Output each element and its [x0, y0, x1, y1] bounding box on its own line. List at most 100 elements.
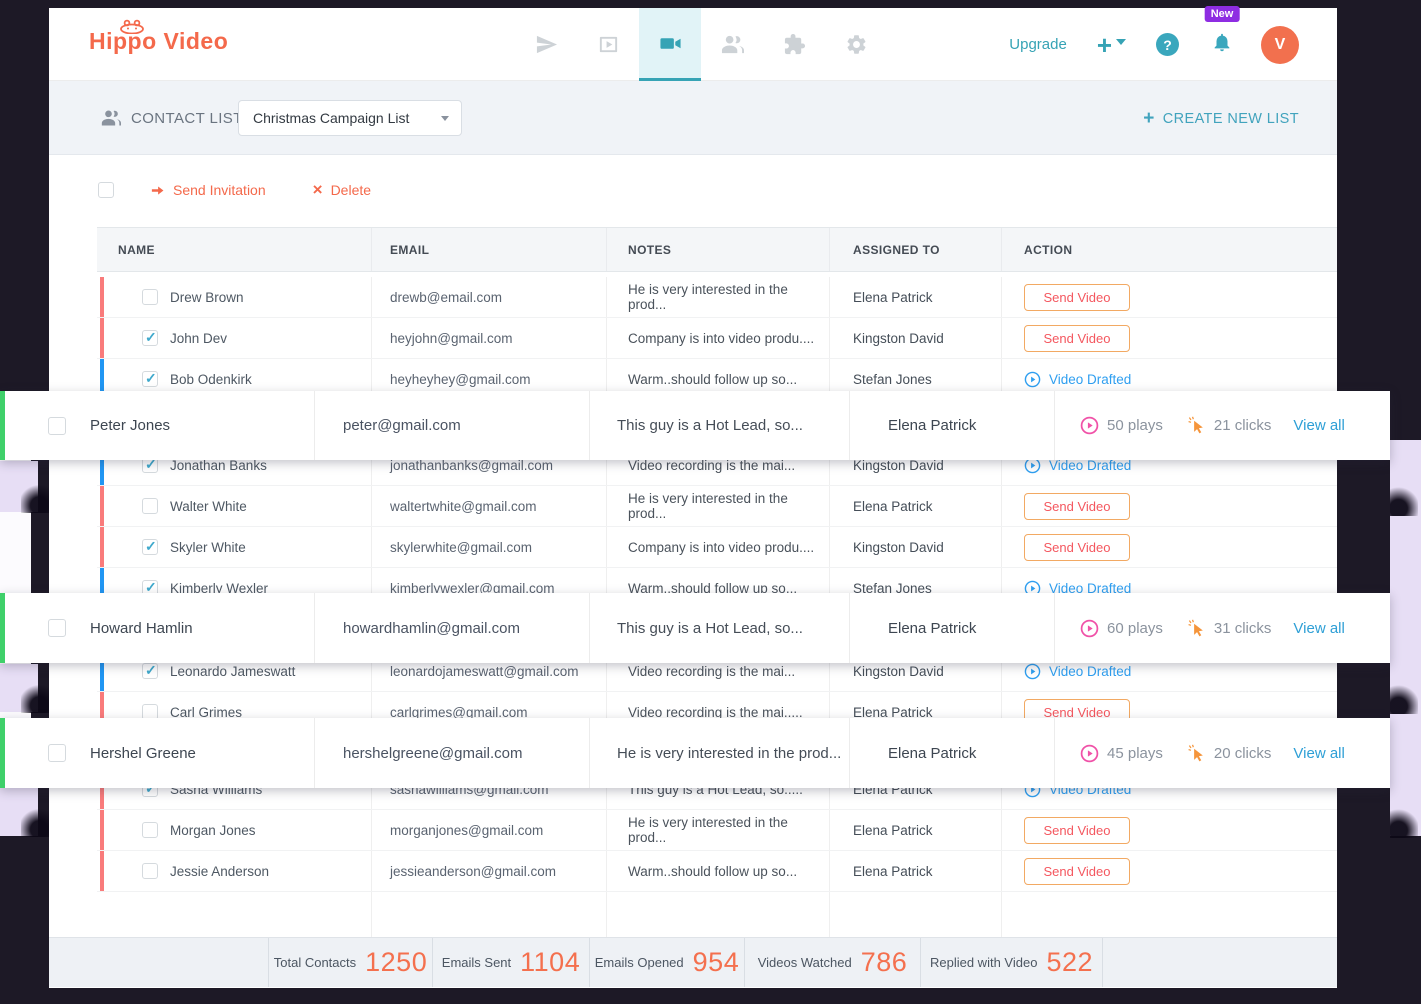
send-video-button[interactable]: Send Video — [1024, 534, 1130, 561]
delete-button[interactable]: × Delete — [313, 182, 371, 198]
contact-name: Peter Jones — [90, 417, 170, 434]
tab-settings[interactable] — [825, 8, 887, 81]
row-checkbox[interactable] — [48, 417, 66, 435]
row-checkbox[interactable] — [142, 498, 158, 514]
send-video-button[interactable]: Send Video — [1024, 493, 1130, 520]
assigned-to: Elena Patrick — [830, 810, 1002, 850]
main-nav — [515, 8, 887, 81]
tab-video-camera-active[interactable] — [639, 8, 701, 81]
x-icon: × — [313, 183, 323, 197]
dragged-row[interactable]: Hershel Greene hershelgreene@gmail.com H… — [0, 718, 1390, 788]
row-checkbox[interactable] — [142, 330, 158, 346]
row-checkbox[interactable] — [142, 822, 158, 838]
assigned-to: Elena Patrick — [830, 486, 1002, 526]
create-new-list-button[interactable]: + CREATE NEW LIST — [1143, 108, 1299, 130]
create-new-button[interactable]: + — [1097, 34, 1126, 56]
help-button[interactable]: ? — [1156, 33, 1179, 56]
play-circle-icon — [1080, 744, 1099, 763]
contact-email: jessieanderson@gmail.com — [372, 851, 607, 891]
row-checkbox[interactable] — [142, 539, 158, 555]
chevron-down-icon — [1116, 39, 1126, 45]
cursor-click-icon — [1187, 619, 1206, 638]
tab-send[interactable] — [515, 8, 577, 81]
users-icon — [721, 33, 744, 56]
list-dropdown[interactable]: Christmas Campaign List — [238, 100, 462, 136]
contact-name: Hershel Greene — [90, 745, 196, 762]
video-drafted-link[interactable]: Video Drafted — [1024, 371, 1131, 388]
stat-replied-with-video: Replied with Video522 — [921, 938, 1103, 987]
view-all-link[interactable]: View all — [1293, 417, 1344, 434]
shadow-blob — [1390, 486, 1418, 516]
send-video-button[interactable]: Send Video — [1024, 858, 1130, 885]
contact-name: Leonardo Jameswatt — [170, 664, 295, 679]
row-checkbox[interactable] — [142, 371, 158, 387]
tab-integrations[interactable] — [763, 8, 825, 81]
assigned-to: Elena Patrick — [850, 391, 1055, 460]
gear-icon — [845, 33, 868, 56]
table-header: NAME EMAIL NOTES ASSIGNED TO ACTION — [97, 227, 1337, 272]
video-drafted-link[interactable]: Video Drafted — [1024, 663, 1131, 680]
contact-notes: This guy is a Hot Lead, so... — [590, 391, 850, 460]
plays-stat: 60 plays — [1080, 619, 1163, 638]
logo-text: Hippo Video — [89, 28, 228, 54]
notifications-button[interactable]: New — [1211, 30, 1233, 59]
hippo-icon — [119, 19, 145, 34]
view-all-link[interactable]: View all — [1293, 620, 1344, 637]
upgrade-link[interactable]: Upgrade — [1009, 36, 1067, 53]
contact-email: peter@gmail.com — [315, 391, 590, 460]
table-row: Walter White waltertwhite@gmail.com He i… — [97, 486, 1337, 527]
col-header-email: EMAIL — [372, 228, 607, 271]
contact-notes: He is very interested in the prod... — [607, 810, 830, 850]
send-video-button[interactable]: Send Video — [1024, 284, 1130, 311]
row-checkbox[interactable] — [48, 744, 66, 762]
table-row: Jessie Anderson jessieanderson@gmail.com… — [97, 851, 1337, 892]
contact-list-label: CONTACT LIST — [131, 110, 243, 127]
assigned-to: Elena Patrick — [850, 593, 1055, 663]
send-invitation-button[interactable]: Send Invitation — [150, 182, 266, 198]
contact-notes: He is very interested in the prod... — [607, 486, 830, 526]
shadow-blob — [1390, 684, 1418, 714]
send-video-button[interactable]: Send Video — [1024, 325, 1130, 352]
stat-total-contacts: Total Contacts1250 — [269, 938, 433, 987]
dragged-row[interactable]: Howard Hamlin howardhamlin@gmail.com Thi… — [0, 593, 1390, 663]
app-header: Hippo Video — [49, 8, 1337, 81]
assigned-to: Kingston David — [830, 318, 1002, 358]
list-dropdown-value: Christmas Campaign List — [253, 110, 441, 126]
new-badge: New — [1205, 6, 1240, 22]
tab-video-library[interactable] — [577, 8, 639, 81]
contact-list-bar: CONTACT LIST Christmas Campaign List + C… — [49, 81, 1337, 155]
contact-email: morganjones@gmail.com — [372, 810, 607, 850]
col-header-assigned: ASSIGNED TO — [830, 228, 1002, 271]
play-circle-icon — [1080, 619, 1099, 638]
send-video-button[interactable]: Send Video — [1024, 817, 1130, 844]
contacts-icon — [101, 108, 121, 133]
cursor-click-icon — [1187, 416, 1206, 435]
row-color-bar — [100, 527, 104, 567]
contacts-table: NAME EMAIL NOTES ASSIGNED TO ACTION Drew… — [97, 227, 1337, 937]
shadow-blob — [21, 683, 49, 713]
avatar[interactable]: V — [1261, 26, 1299, 64]
contact-notes: Warm..should follow up so... — [607, 851, 830, 891]
video-camera-icon — [659, 32, 682, 55]
table-empty-area — [97, 892, 1337, 937]
contact-name: Bob Odenkirk — [170, 372, 252, 387]
contact-email: waltertwhite@gmail.com — [372, 486, 607, 526]
select-all-checkbox[interactable] — [98, 182, 114, 198]
row-checkbox[interactable] — [48, 619, 66, 637]
bell-icon — [1211, 30, 1233, 54]
row-color-bar — [100, 277, 104, 317]
contact-email: howardhamlin@gmail.com — [315, 593, 590, 663]
stat-emails-opened: Emails Opened954 — [590, 938, 745, 987]
contact-name: Walter White — [170, 499, 247, 514]
hippo-video-logo[interactable]: Hippo Video — [89, 28, 269, 55]
app-window: Hippo Video — [49, 8, 1337, 988]
row-checkbox[interactable] — [142, 289, 158, 305]
dragged-row[interactable]: Peter Jones peter@gmail.com This guy is … — [0, 391, 1390, 460]
row-checkbox[interactable] — [142, 663, 158, 679]
row-checkbox[interactable] — [142, 863, 158, 879]
contact-name: John Dev — [170, 331, 227, 346]
header-right: Upgrade + ? New V — [1009, 8, 1337, 81]
view-all-link[interactable]: View all — [1293, 745, 1344, 762]
tab-contacts[interactable] — [701, 8, 763, 81]
assigned-to: Kingston David — [830, 527, 1002, 567]
